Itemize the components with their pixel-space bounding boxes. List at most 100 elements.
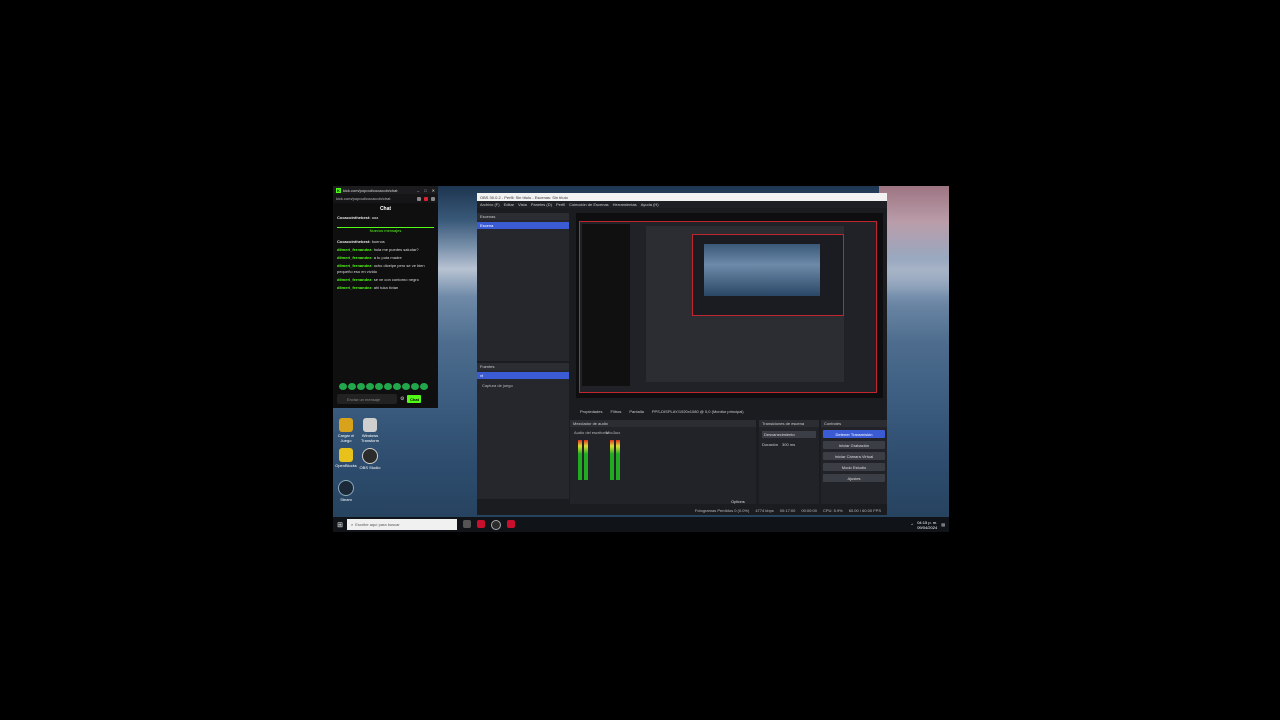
obs-preview[interactable] (576, 213, 883, 398)
browser-icon[interactable] (477, 519, 485, 528)
emote-icon[interactable] (348, 383, 356, 390)
emote-icon[interactable] (375, 383, 383, 390)
menu-item[interactable]: Archivo (F) (480, 202, 500, 207)
menu-item[interactable]: Colección de Escenas (569, 202, 609, 207)
chat-window-url: kick.com/popout/cocacoin/chat (343, 187, 398, 193)
stop-streaming-button[interactable]: Detener Transmisión (823, 430, 885, 438)
chat-text: a tu puta madre (373, 255, 402, 260)
settings-gear-icon[interactable]: ⚙ (400, 396, 404, 402)
download-icon[interactable] (431, 196, 435, 201)
sources-panel: Fuentes vt Captura de juego (477, 363, 569, 499)
menu-item[interactable]: Paneles (D) (531, 202, 552, 207)
filters-button[interactable]: Filtros (610, 409, 621, 414)
controls-panel: Controles Detener Transmisión Iniciar Gr… (821, 420, 887, 504)
chat-text: ahi tuka tivian (373, 285, 399, 290)
chat-username[interactable]: dilmeri_fernandez: (337, 285, 373, 290)
menu-item[interactable]: Editar (504, 202, 514, 207)
desktop: K kick.com/popout/cocacoin/chat – □ ✕ ki… (333, 186, 949, 532)
chat-username[interactable]: dilmeri_fernandez: (337, 255, 373, 260)
display-select[interactable]: PPS-DISPLAY/1920x1080 @ 0,0 (Monitor pri… (652, 409, 744, 414)
preview-canvas (579, 221, 877, 393)
options-button[interactable]: Options (731, 499, 745, 504)
emote-bar (339, 383, 428, 390)
shield-icon[interactable] (424, 196, 428, 201)
steam-icon (338, 480, 354, 496)
windows-start-icon[interactable]: ⊞ (333, 517, 347, 532)
duration-label: Duración (762, 442, 779, 447)
chat-address-bar[interactable]: kick.com/popout/cocacoin/chat (333, 194, 438, 203)
audio-channel-label: Mic/Aux (606, 430, 621, 435)
source-item[interactable]: Captura de juego (477, 381, 569, 389)
taskbar-search[interactable]: ⌕ Escribe aquí para buscar (347, 519, 457, 530)
app-taskbar-icon[interactable] (507, 519, 515, 528)
obs-window: OBS 30.0.2 - Perfil: Sin título - Escena… (477, 193, 887, 515)
chat-messages: Cocacointhebest: aaa Nuevos mensajes Coc… (333, 215, 438, 291)
properties-button[interactable]: Propiedades (580, 409, 602, 414)
emote-icon[interactable] (339, 383, 347, 390)
chat-input[interactable]: Enviar un mensaje (337, 394, 397, 404)
settings-button[interactable]: Ajustes (823, 474, 885, 482)
search-icon: ⌕ (351, 522, 354, 527)
sources-header: Fuentes (477, 363, 569, 370)
obs-icon (362, 448, 378, 464)
bitrate: 4774 kbps (755, 507, 774, 513)
obs-titlebar: OBS 30.0.2 - Perfil: Sin título - Escena… (477, 193, 887, 201)
source-toolbar: Propiedades Filtros Pantalla PPS-DISPLAY… (576, 407, 887, 416)
chat-username[interactable]: Cocacointhebest: (337, 215, 371, 220)
app-icon (339, 448, 353, 462)
taskbar-apps (463, 519, 515, 530)
emote-icon[interactable] (393, 383, 401, 390)
obs-menubar: Archivo (F) Editar Vista Paneles (D) Per… (477, 201, 887, 208)
menu-item[interactable]: Perfil (556, 202, 565, 207)
cpu-usage: CPU: 5.9% (822, 507, 843, 513)
volume-meter (616, 440, 620, 480)
start-virtual-camera-button[interactable]: Iniciar Cámara Virtual (823, 452, 885, 460)
notification-icon[interactable]: ▤ (941, 522, 945, 527)
record-time: 00:00:00 (801, 507, 817, 513)
chat-address-text: kick.com/popout/cocacoin/chat (336, 196, 391, 201)
minimize-button[interactable]: – (417, 188, 419, 193)
maximize-button[interactable]: □ (424, 188, 426, 193)
chat-heading: Chat (379, 206, 392, 212)
emote-icon[interactable] (366, 383, 374, 390)
studio-mode-button[interactable]: Modo Estudio (823, 463, 885, 471)
transition-select[interactable]: Desvanecimiento (762, 431, 816, 438)
emote-icon[interactable] (420, 383, 428, 390)
close-button[interactable]: ✕ (432, 188, 435, 193)
chat-message: dilmeri_fernandez: ahi tuka tivian (337, 285, 434, 291)
scene-item[interactable]: Escena (477, 222, 569, 229)
obs-taskbar-icon[interactable] (491, 519, 501, 530)
volume-meter (584, 440, 588, 480)
chat-username[interactable]: dilmeri_fernandez: (337, 277, 373, 282)
source-item[interactable]: vt (477, 372, 569, 379)
emote-icon[interactable] (411, 383, 419, 390)
emote-icon[interactable] (402, 383, 410, 390)
game-icon (339, 418, 353, 432)
wallpaper-clouds (879, 186, 949, 306)
extension-icon[interactable] (417, 196, 421, 201)
tray-arrow-icon[interactable]: ^ (911, 522, 913, 527)
start-recording-button[interactable]: Iniciar Grabación (823, 441, 885, 449)
emote-icon[interactable] (384, 383, 392, 390)
menu-item[interactable]: Vista (518, 202, 527, 207)
menu-item[interactable]: Ayuda (H) (641, 202, 659, 207)
desktop-icon-cargar-juego[interactable]: Cargar el Juego (335, 418, 357, 443)
nested-chat-capture (582, 224, 630, 386)
chat-message: dilmeri_fernandez: a tu puta madre (337, 255, 434, 261)
chat-username[interactable]: Cocacointhebest: (337, 239, 371, 244)
scenes-header: Escenas (477, 213, 569, 220)
desktop-icon-windows-transform[interactable]: Windows Transform (359, 418, 381, 443)
emote-icon[interactable] (357, 383, 365, 390)
chat-username[interactable]: dilmeri_fernandez: (337, 247, 373, 252)
clock[interactable]: 04:15 p. m. 09/04/2024 (917, 520, 937, 530)
desktop-icon-obs-studio[interactable]: OBS Studio (359, 448, 381, 470)
desktop-icon-steam[interactable]: Steam (335, 480, 357, 502)
desktop-icon-openblocks[interactable]: OpenBlocks (335, 448, 357, 468)
task-view-icon[interactable] (463, 519, 471, 528)
menu-item[interactable]: Herramientas (613, 202, 637, 207)
chat-input-row: Enviar un mensaje ⚙ Chat (337, 394, 422, 404)
system-tray: ^ 04:15 p. m. 09/04/2024 ▤ (911, 520, 949, 530)
chat-username[interactable]: dilmeri_fernandez: (337, 263, 373, 268)
duration-input[interactable]: 300 ms (782, 442, 795, 447)
chat-send-button[interactable]: Chat (407, 395, 422, 403)
